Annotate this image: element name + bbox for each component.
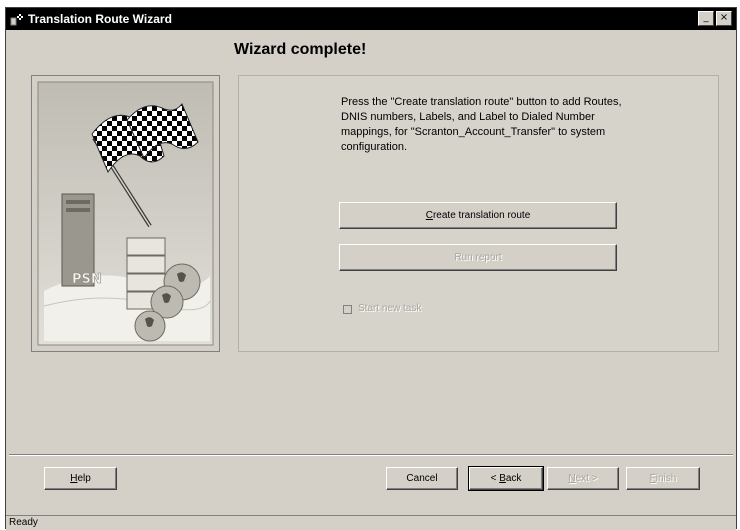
psn-label: PSN bbox=[72, 272, 102, 287]
wizard-window: Translation Route Wizard _ × Wizard comp… bbox=[5, 7, 737, 530]
illustration-graphic: PSN bbox=[37, 81, 214, 346]
status-bar: Ready bbox=[6, 515, 736, 530]
app-icon bbox=[10, 14, 23, 26]
create-label-rest: reate translation route bbox=[432, 210, 531, 221]
status-text: Ready bbox=[9, 517, 38, 528]
title-bar[interactable]: Translation Route Wizard _ × bbox=[6, 8, 736, 30]
next-button[interactable]: Next > bbox=[547, 467, 619, 490]
back-mnemonic: B bbox=[499, 473, 506, 484]
back-prefix: < bbox=[490, 473, 500, 484]
page-title: Wizard complete! bbox=[234, 41, 367, 58]
footer-separator-highlight bbox=[9, 455, 733, 456]
finish-label-rest: inish bbox=[655, 473, 677, 484]
instructions-text: Press the "Create translation route" but… bbox=[341, 96, 622, 153]
minimize-button[interactable]: _ bbox=[698, 11, 714, 26]
finish-button[interactable]: Finish bbox=[626, 467, 700, 490]
window-title: Translation Route Wizard bbox=[28, 12, 172, 26]
next-mnemonic: N bbox=[568, 473, 576, 484]
next-label-rest: ext > bbox=[575, 473, 598, 484]
cancel-button[interactable]: Cancel bbox=[386, 467, 458, 490]
create-mnemonic: C bbox=[425, 210, 433, 221]
help-button[interactable]: Help bbox=[44, 467, 117, 490]
help-mnemonic: H bbox=[70, 473, 78, 484]
close-button[interactable]: × bbox=[716, 11, 732, 26]
start-new-task-label: Start new task bbox=[358, 303, 422, 314]
help-label-rest: elp bbox=[77, 473, 91, 484]
back-label-rest: ack bbox=[505, 473, 522, 484]
back-button[interactable]: < Back bbox=[468, 466, 544, 491]
wizard-illustration: PSN bbox=[31, 75, 220, 352]
start-new-task-checkbox[interactable] bbox=[343, 305, 352, 314]
run-report-button[interactable]: Run report bbox=[339, 244, 617, 271]
create-translation-route-button[interactable]: Create translation route bbox=[339, 202, 617, 229]
